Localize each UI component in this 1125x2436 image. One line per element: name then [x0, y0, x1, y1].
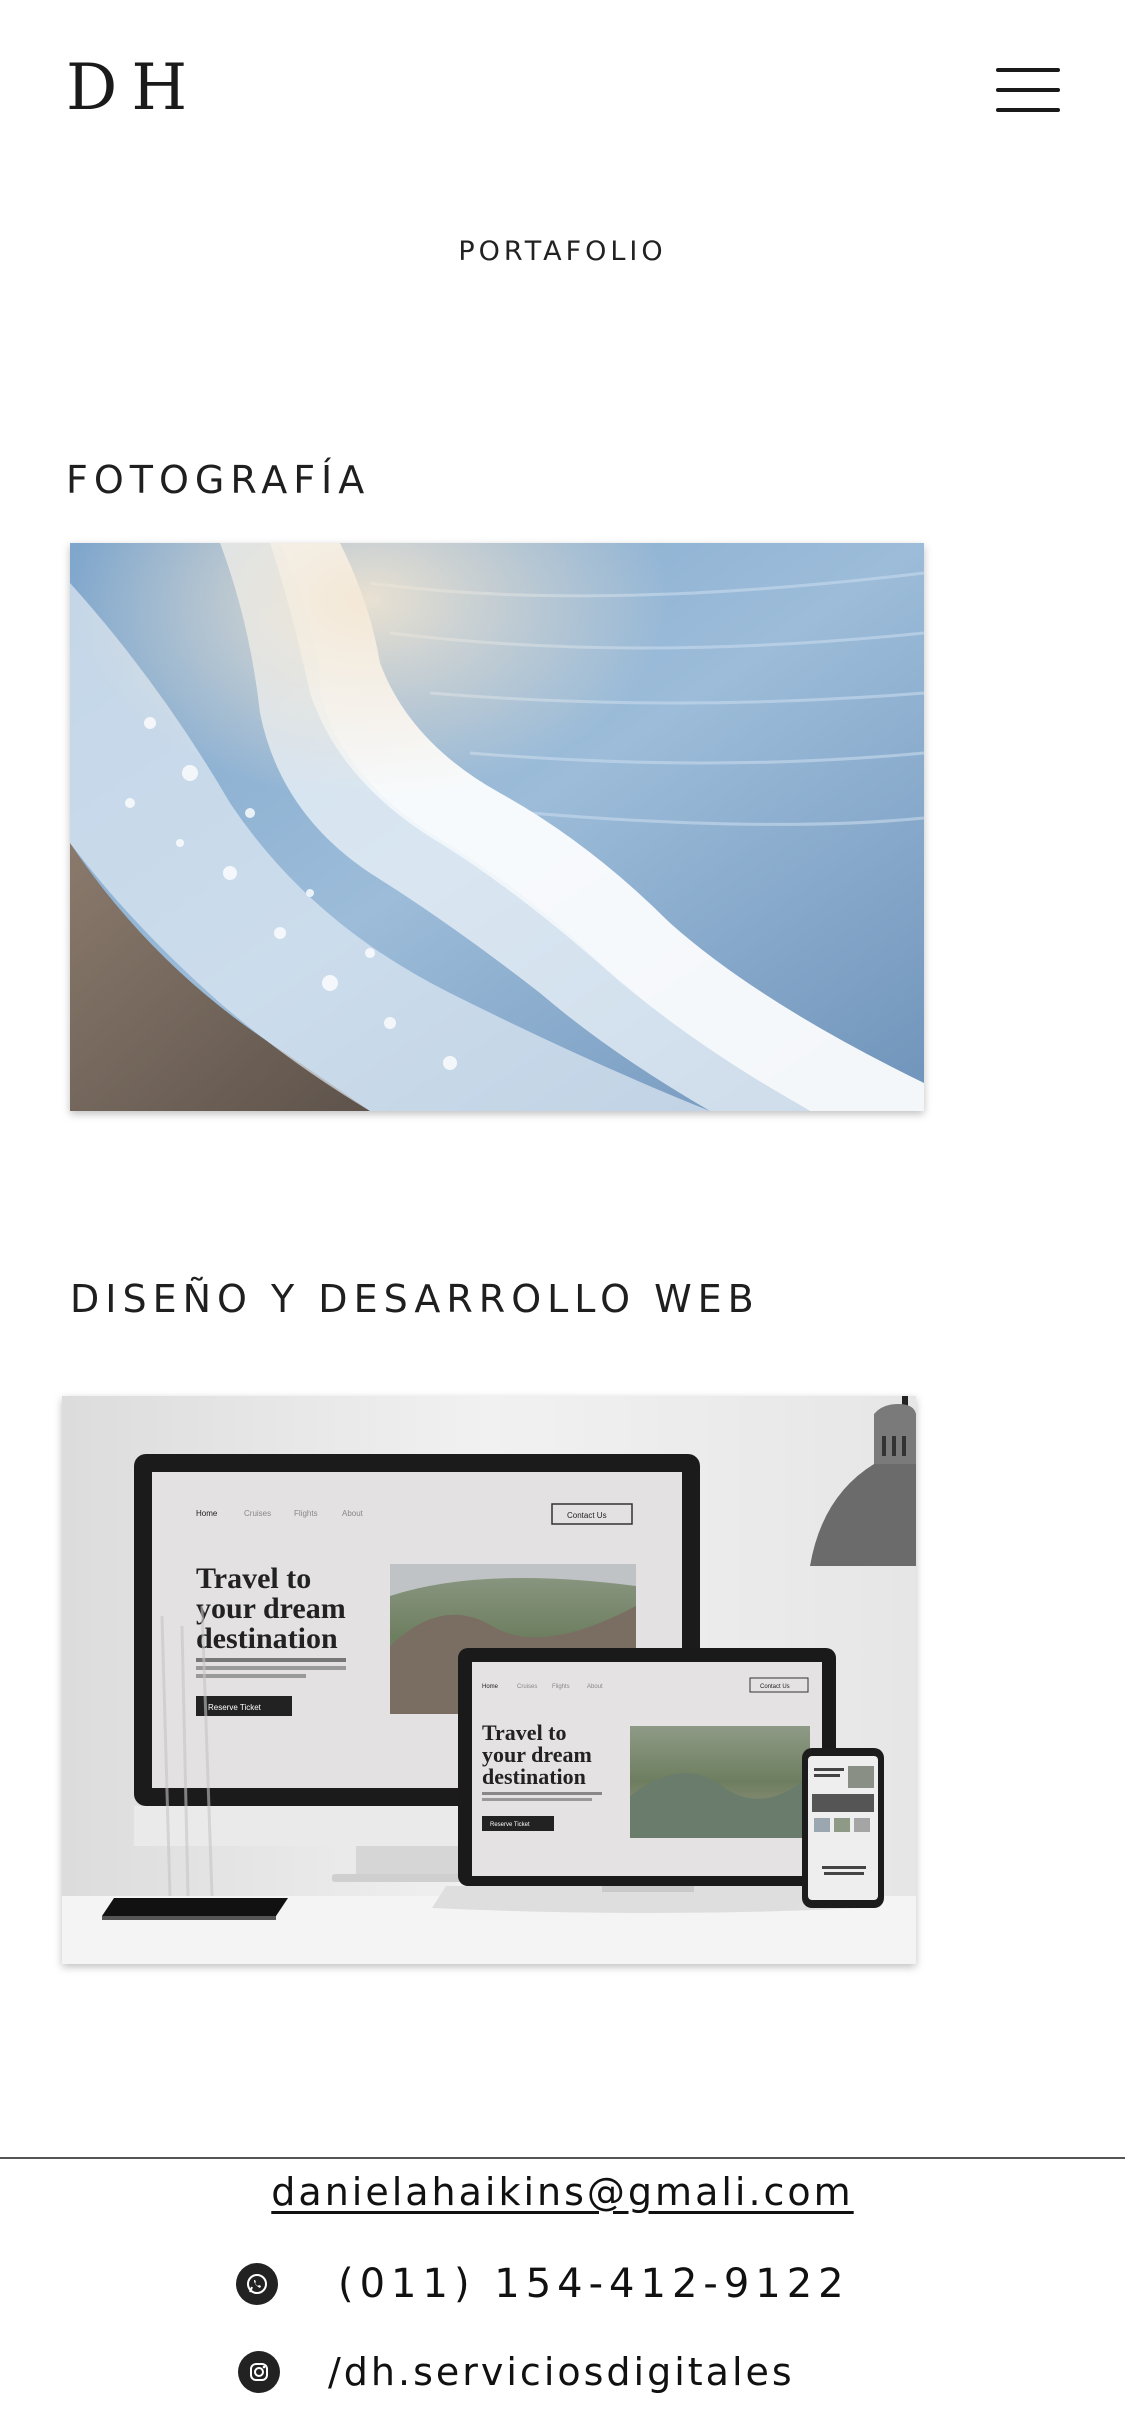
- website-mockup-image: Home Cruises Flights About Contact Us Tr…: [62, 1396, 916, 1964]
- svg-text:Reserve Ticket: Reserve Ticket: [490, 1822, 530, 1828]
- section-title-web: DISEÑO Y DESARROLLO WEB: [70, 1277, 760, 1321]
- phone-contact[interactable]: (011) 154-412-9122: [236, 2254, 850, 2314]
- svg-text:About: About: [342, 1509, 364, 1518]
- section-title-photography: FOTOGRAFÍA: [66, 458, 371, 502]
- svg-text:Reserve Ticket: Reserve Ticket: [208, 1703, 262, 1712]
- phone-number[interactable]: (011) 154-412-9122: [338, 2261, 850, 2307]
- svg-text:destination: destination: [196, 1622, 338, 1655]
- svg-text:Contact Us: Contact Us: [760, 1684, 790, 1690]
- whatsapp-icon[interactable]: [236, 2263, 278, 2305]
- web-design-image[interactable]: Home Cruises Flights About Contact Us Tr…: [62, 1396, 916, 1964]
- svg-text:Contact Us: Contact Us: [567, 1511, 607, 1520]
- svg-text:Cruises: Cruises: [517, 1684, 537, 1690]
- mockup-nav-home: Home: [196, 1509, 218, 1518]
- svg-text:your dream: your dream: [196, 1592, 346, 1625]
- instagram-contact[interactable]: /dh.serviciosdigitales: [238, 2342, 795, 2402]
- svg-text:Travel to: Travel to: [196, 1562, 311, 1595]
- logo[interactable]: DH: [66, 48, 201, 128]
- svg-text:Home: Home: [482, 1684, 499, 1690]
- svg-text:Flights: Flights: [294, 1509, 318, 1518]
- footer-divider: [0, 2157, 1125, 2159]
- svg-text:destination: destination: [482, 1764, 586, 1789]
- svg-text:Cruises: Cruises: [244, 1509, 271, 1518]
- svg-text:Flights: Flights: [552, 1684, 570, 1690]
- hamburger-menu-icon[interactable]: [990, 62, 1066, 118]
- svg-text:About: About: [587, 1684, 603, 1690]
- email-link[interactable]: danielahaikins@gmali.com: [0, 2170, 1125, 2214]
- photography-image[interactable]: [70, 543, 924, 1111]
- instagram-icon[interactable]: [238, 2351, 280, 2393]
- ocean-wave-image: [70, 543, 924, 1111]
- page-title: PORTAFOLIO: [458, 236, 667, 267]
- instagram-handle[interactable]: /dh.serviciosdigitales: [328, 2350, 795, 2394]
